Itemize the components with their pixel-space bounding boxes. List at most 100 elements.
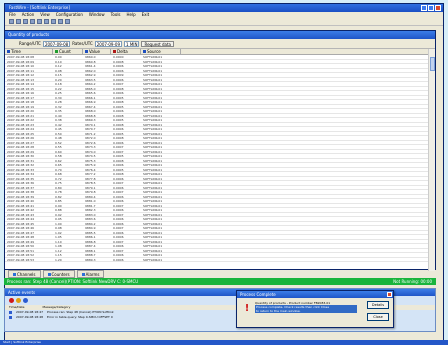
- table-cell: 0.0006: [113, 163, 124, 167]
- paste-icon[interactable]: [44, 19, 49, 24]
- table-cell: SOFTLINK-01: [143, 68, 163, 72]
- refresh-icon[interactable]: [58, 19, 63, 24]
- table-cell: 9888.7: [85, 253, 96, 257]
- table-cell: 9878.5: [85, 181, 96, 185]
- data-window-title[interactable]: Quantity of products: [5, 31, 435, 39]
- table-cell: 9860.8: [85, 59, 96, 63]
- request-data-button[interactable]: Request data: [141, 40, 174, 47]
- table-cell: SOFTLINK-01: [143, 181, 163, 185]
- table-cell: SOFTLINK-01: [143, 185, 163, 189]
- table-cell: 9870.1: [85, 122, 96, 126]
- minimize-button[interactable]: [421, 5, 427, 11]
- interval-select[interactable]: 1 MIN: [124, 40, 140, 47]
- app-titlebar[interactable]: FastWire - [Softlink Enterprise]: [5, 4, 443, 12]
- table-cell: 0.0006: [113, 185, 124, 189]
- table-cell: 0.20: [55, 77, 62, 81]
- copy-icon[interactable]: [37, 19, 42, 24]
- table-cell: 0.65: [55, 163, 62, 167]
- menu-configuration[interactable]: Configuration: [56, 12, 83, 18]
- col-header-count[interactable]: Count: [53, 49, 83, 54]
- menu-file[interactable]: File: [9, 12, 16, 18]
- table-cell: 0.0006: [113, 230, 124, 234]
- table-cell: 2007-09-08 18:52: [7, 253, 35, 257]
- table-cell: 2007-09-08 18:19: [7, 104, 35, 108]
- dialog-title: Process Complete: [240, 292, 276, 297]
- table-cell: 1.05: [55, 235, 62, 239]
- table-cell: SOFTLINK-01: [143, 226, 163, 230]
- table-cell: 2007-09-08 18:42: [7, 208, 35, 212]
- warning-icon[interactable]: [16, 298, 21, 303]
- table-cell: 2007-09-08 18:16: [7, 91, 35, 95]
- close-button[interactable]: [435, 5, 441, 11]
- dialog-close-button[interactable]: Close: [367, 313, 389, 321]
- table-cell: 0.0006: [113, 109, 124, 113]
- vertical-scrollbar[interactable]: [428, 49, 435, 271]
- menu-help[interactable]: Help: [127, 12, 136, 18]
- table-cell: 0.0006: [113, 64, 124, 68]
- from-date-field[interactable]: 2007-09-08: [42, 40, 71, 47]
- dialog-close-icon[interactable]: [387, 292, 392, 297]
- table-cell: SOFTLINK-01: [143, 217, 163, 221]
- col-header-time[interactable]: Time: [5, 49, 53, 54]
- col-header-delta[interactable]: Delta: [111, 49, 141, 54]
- menu-tools[interactable]: Tools: [111, 12, 121, 18]
- menu-action[interactable]: Action: [22, 12, 35, 18]
- table-cell: 2007-09-08 18:15: [7, 86, 35, 90]
- table-cell: 9865.6: [85, 91, 96, 95]
- table-cell: 0.0006: [113, 257, 124, 261]
- col-header-value[interactable]: Value: [83, 49, 111, 54]
- tab-alarms[interactable]: Alarms: [76, 270, 105, 278]
- table-cell: 0.88: [55, 208, 62, 212]
- table-cell: 0.95: [55, 217, 62, 221]
- table-cell: SOFTLINK-01: [143, 190, 163, 194]
- taskbar-label[interactable]: Start | Softlink Enterprise: [3, 340, 41, 344]
- menu-view[interactable]: View: [40, 12, 50, 18]
- table-cell: 1.00: [55, 221, 62, 225]
- table-cell: 9884.9: [85, 226, 96, 230]
- menu-window[interactable]: Window: [89, 12, 105, 18]
- info-icon[interactable]: [23, 298, 28, 303]
- table-cell: 0.0007: [113, 248, 124, 252]
- table-row[interactable]: 2007-09-08 18:53 1.20 9889.3 0.0006 SOFTLINK…: [5, 257, 430, 262]
- stop-icon[interactable]: [9, 298, 14, 303]
- maximize-button[interactable]: [428, 5, 434, 11]
- cut-icon[interactable]: [30, 19, 35, 24]
- tab-counters[interactable]: Counters: [42, 270, 75, 278]
- to-date-field[interactable]: 2007-09-09: [94, 40, 123, 47]
- dialog-titlebar[interactable]: Process Complete: [237, 291, 393, 298]
- table-cell: 0.0008: [113, 86, 124, 90]
- event-time: 2007-09-08 18:48: [16, 315, 44, 319]
- table-cell: 9873.3: [85, 145, 96, 149]
- table-cell: 0.30: [55, 95, 62, 99]
- column-icon: [85, 50, 88, 53]
- table-cell: 0.0005: [113, 131, 124, 135]
- table-cell: 9877.2: [85, 172, 96, 176]
- table-cell: 1.02: [55, 230, 62, 234]
- tab-label: Channels: [17, 271, 36, 277]
- window-tabs: Channels Counters Alarms: [4, 270, 105, 278]
- details-button[interactable]: Details: [367, 301, 389, 309]
- col-header-source[interactable]: Source: [141, 49, 181, 54]
- table-cell: 0.0006: [113, 253, 124, 257]
- menu-exit[interactable]: Exit: [142, 12, 150, 18]
- table-cell: SOFTLINK-01: [143, 244, 163, 248]
- find-icon[interactable]: [51, 19, 56, 24]
- table-cell: 2007-09-08 18:41: [7, 203, 35, 207]
- table-cell: SOFTLINK-01: [143, 136, 163, 140]
- table-cell: 0.0007: [113, 181, 124, 185]
- table-cell: 2007-09-08 18:29: [7, 149, 35, 153]
- table-cell: 2007-09-08 18:36: [7, 181, 35, 185]
- scroll-thumb[interactable]: [430, 57, 435, 71]
- table-cell: SOFTLINK-01: [143, 113, 163, 117]
- table-cell: 0.0005: [113, 104, 124, 108]
- events-panel-title-text: Active events: [8, 290, 36, 295]
- table-cell: 2007-09-08 18:09: [7, 59, 35, 63]
- settings-icon[interactable]: [65, 19, 70, 24]
- table-cell: SOFTLINK-01: [143, 59, 163, 63]
- open-icon[interactable]: [9, 19, 14, 24]
- tab-channels[interactable]: Channels: [8, 270, 41, 278]
- table-cell: 0.0005: [113, 167, 124, 171]
- table-cell: 0.0008: [113, 122, 124, 126]
- save-icon[interactable]: [16, 19, 21, 24]
- print-icon[interactable]: [23, 19, 28, 24]
